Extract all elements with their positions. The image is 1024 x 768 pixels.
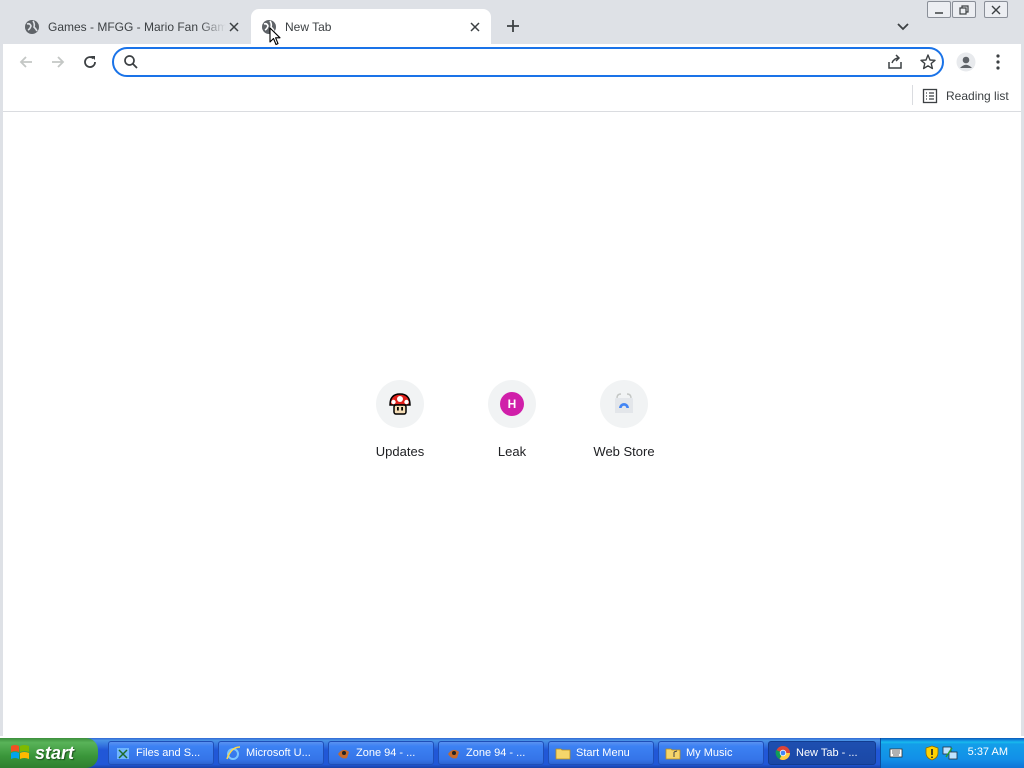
browser-toolbar (0, 44, 1024, 80)
shortcut-label: Leak (497, 444, 527, 459)
shortcut-icon-circle: H (488, 380, 536, 428)
forward-button[interactable] (45, 49, 71, 75)
forward-arrow-icon (52, 56, 65, 68)
window-border-left (0, 44, 3, 736)
menu-button[interactable] (985, 49, 1011, 75)
minimize-button[interactable] (927, 1, 951, 18)
tab-title: Games - MFGG - Mario Fan Games Galaxy (48, 19, 226, 34)
search-icon (124, 55, 138, 69)
tab-title: New Tab (285, 19, 332, 34)
keyboard-icon[interactable] (889, 746, 903, 760)
tab-strip: Games - MFGG - Mario Fan Games Galaxy Ne… (0, 0, 1024, 44)
letter-badge-icon: H (500, 392, 524, 416)
ie-icon (226, 746, 241, 760)
globe-icon (25, 19, 39, 34)
zone-icon (338, 749, 349, 759)
chevron-down-icon (897, 23, 909, 31)
taskbar-item-label: Microsoft U... (246, 747, 311, 759)
reload-button[interactable] (77, 49, 103, 75)
new-tab-button[interactable] (502, 15, 524, 37)
taskbar-item-start-menu[interactable]: Start Menu (548, 741, 654, 765)
back-button[interactable] (13, 49, 39, 75)
system-tray: 5:37 AM (880, 738, 1024, 768)
start-button[interactable]: start (0, 738, 98, 768)
restore-button[interactable] (952, 1, 976, 18)
taskbar-item-microsoft[interactable]: Microsoft U... (218, 741, 324, 765)
taskbar-item-zone94-b[interactable]: Zone 94 - ... (438, 741, 544, 765)
chrome-icon (775, 746, 790, 760)
plus-icon (507, 20, 519, 32)
web-store-icon (615, 393, 633, 413)
taskbar-item-label: Zone 94 - ... (466, 747, 526, 759)
mouse-cursor-icon (269, 27, 281, 46)
tab-new-tab[interactable]: New Tab (251, 9, 491, 44)
close-tab-icon[interactable] (467, 19, 483, 35)
clock: 5:37 AM (967, 746, 1008, 758)
zone-icon (448, 749, 459, 759)
shortcut-icon-circle (600, 380, 648, 428)
taskbar-item-label: New Tab - ... (796, 747, 858, 759)
taskbar-item-zone94-a[interactable]: Zone 94 - ... (328, 741, 434, 765)
divider (912, 85, 913, 105)
network-icon[interactable] (942, 745, 958, 761)
taskbar-item-label: Zone 94 - ... (356, 747, 416, 759)
close-window-button[interactable] (984, 1, 1008, 18)
taskbar: start Files and S... Microsoft U... Zone… (0, 738, 1024, 768)
bookmark-star-icon[interactable] (919, 53, 937, 71)
taskbar-item-label: My Music (686, 747, 733, 759)
address-input[interactable] (146, 52, 876, 72)
tab-mfgg[interactable]: Games - MFGG - Mario Fan Games Galaxy (14, 9, 250, 44)
new-tab-page: Updates H Leak Web Store (0, 113, 1024, 735)
back-arrow-icon (19, 56, 32, 68)
taskbar-item-new-tab[interactable]: New Tab - ... (768, 741, 876, 765)
folder-icon (665, 748, 681, 760)
kebab-menu-icon (996, 54, 1000, 70)
reading-list-icon (922, 88, 938, 104)
shortcut-icon-circle (376, 380, 424, 428)
mushroom-icon (389, 393, 411, 415)
share-icon[interactable] (886, 53, 904, 71)
shortcut-web-store[interactable]: Web Store (568, 380, 680, 470)
close-icon (991, 5, 1001, 14)
security-shield-icon[interactable] (925, 745, 939, 761)
reload-icon (84, 56, 96, 68)
taskbar-item-my-music[interactable]: My Music (658, 741, 764, 765)
tab-search-button[interactable] (893, 17, 913, 37)
windows-flag-icon (11, 745, 29, 759)
reading-list-label: Reading list (946, 89, 1009, 103)
shortcut-leak[interactable]: H Leak (456, 380, 568, 470)
reading-list-button[interactable]: Reading list (922, 86, 1009, 106)
restore-icon (959, 4, 969, 15)
start-label: start (35, 742, 75, 763)
address-bar[interactable] (112, 47, 944, 77)
taskbar-item-label: Files and S... (136, 747, 201, 759)
shortcut-updates[interactable]: Updates (344, 380, 456, 470)
bookmarks-bar: Reading list (0, 80, 1024, 112)
folder-icon (555, 748, 571, 760)
minimize-icon (935, 11, 943, 14)
close-tab-icon[interactable] (226, 19, 242, 35)
taskbar-item-label: Start Menu (576, 747, 630, 759)
files-icon (117, 748, 129, 759)
shortcut-label: Web Store (593, 444, 655, 459)
profile-button[interactable] (953, 49, 979, 75)
avatar-icon (956, 52, 976, 72)
shortcut-label: Updates (375, 444, 425, 459)
taskbar-item-files[interactable]: Files and S... (108, 741, 214, 765)
